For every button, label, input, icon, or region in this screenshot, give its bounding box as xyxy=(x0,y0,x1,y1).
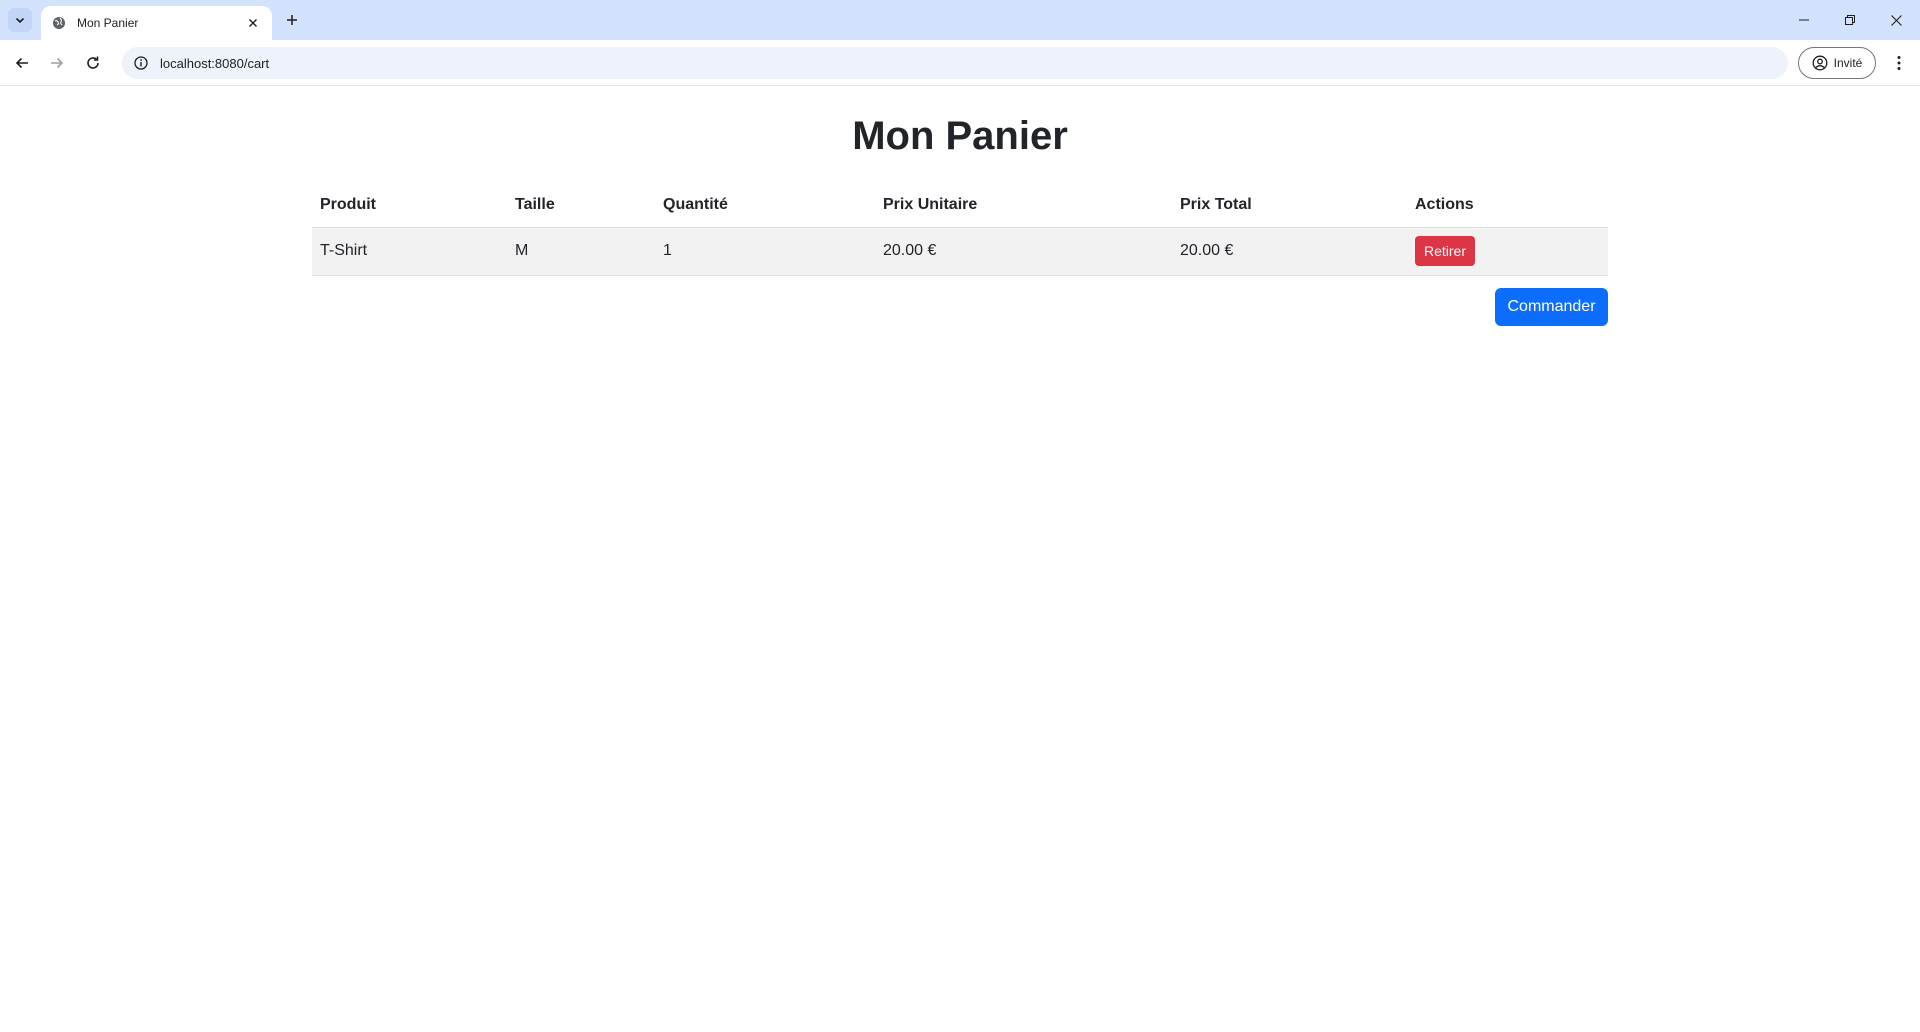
chevron-down-icon xyxy=(15,17,25,24)
plus-icon xyxy=(287,15,297,25)
cell-total-price: 20.00 € xyxy=(1172,227,1407,276)
browser-menu-button[interactable] xyxy=(1884,48,1914,78)
cell-quantity: 1 xyxy=(655,227,875,276)
site-info-icon[interactable] xyxy=(132,54,150,72)
globe-icon xyxy=(51,15,67,31)
arrow-left-icon xyxy=(15,57,28,69)
remove-item-button[interactable]: Retirer xyxy=(1415,236,1476,266)
profile-icon xyxy=(1812,55,1828,71)
cell-product: T-Shirt xyxy=(312,227,507,276)
new-tab-button[interactable] xyxy=(280,8,304,32)
more-vertical-icon xyxy=(1897,56,1901,70)
minimize-icon xyxy=(1799,19,1809,21)
tab-title: Mon Panier xyxy=(77,16,139,30)
restore-icon xyxy=(1845,15,1855,25)
page-title: Mon Panier xyxy=(852,114,1068,158)
browser-toolbar: localhost:8080/cart Invité xyxy=(0,40,1920,86)
reload-icon xyxy=(87,56,99,69)
column-header-unit-price: Prix Unitaire xyxy=(875,183,1172,228)
profile-label: Invité xyxy=(1833,56,1863,70)
close-icon xyxy=(1890,14,1902,26)
order-button[interactable]: Commander xyxy=(1495,288,1608,326)
reload-button[interactable] xyxy=(78,48,108,78)
column-header-product: Produit xyxy=(312,183,507,228)
tab-close-icon[interactable] xyxy=(244,14,262,32)
browser-titlebar: Mon Panier xyxy=(0,0,1920,40)
tab-search-button[interactable] xyxy=(8,8,32,32)
column-header-quantity: Quantité xyxy=(655,183,875,228)
forward-button[interactable] xyxy=(42,48,72,78)
minimize-button[interactable] xyxy=(1781,0,1827,40)
page-content: Mon Panier Produit Taille Quantité Prix … xyxy=(0,87,1920,1032)
address-bar[interactable]: localhost:8080/cart xyxy=(122,47,1788,79)
column-header-size: Taille xyxy=(507,183,655,228)
restore-button[interactable] xyxy=(1827,0,1873,40)
cell-actions: Retirer xyxy=(1407,227,1608,276)
table-header-row: Produit Taille Quantité Prix Unitaire Pr… xyxy=(312,183,1608,228)
cell-unit-price: 20.00 € xyxy=(875,227,1172,276)
browser-tab[interactable]: Mon Panier xyxy=(41,6,272,40)
table-row: T-Shirt M 1 20.00 € 20.00 € Retirer xyxy=(312,227,1608,276)
column-header-actions: Actions xyxy=(1407,183,1608,228)
back-button[interactable] xyxy=(7,48,37,78)
arrow-right-icon xyxy=(51,57,64,69)
profile-button[interactable]: Invité xyxy=(1798,47,1876,79)
close-window-button[interactable] xyxy=(1873,0,1919,40)
address-url: localhost:8080/cart xyxy=(160,55,270,71)
cart-table: Produit Taille Quantité Prix Unitaire Pr… xyxy=(312,183,1608,276)
cell-size: M xyxy=(507,227,655,276)
column-header-total-price: Prix Total xyxy=(1172,183,1407,228)
